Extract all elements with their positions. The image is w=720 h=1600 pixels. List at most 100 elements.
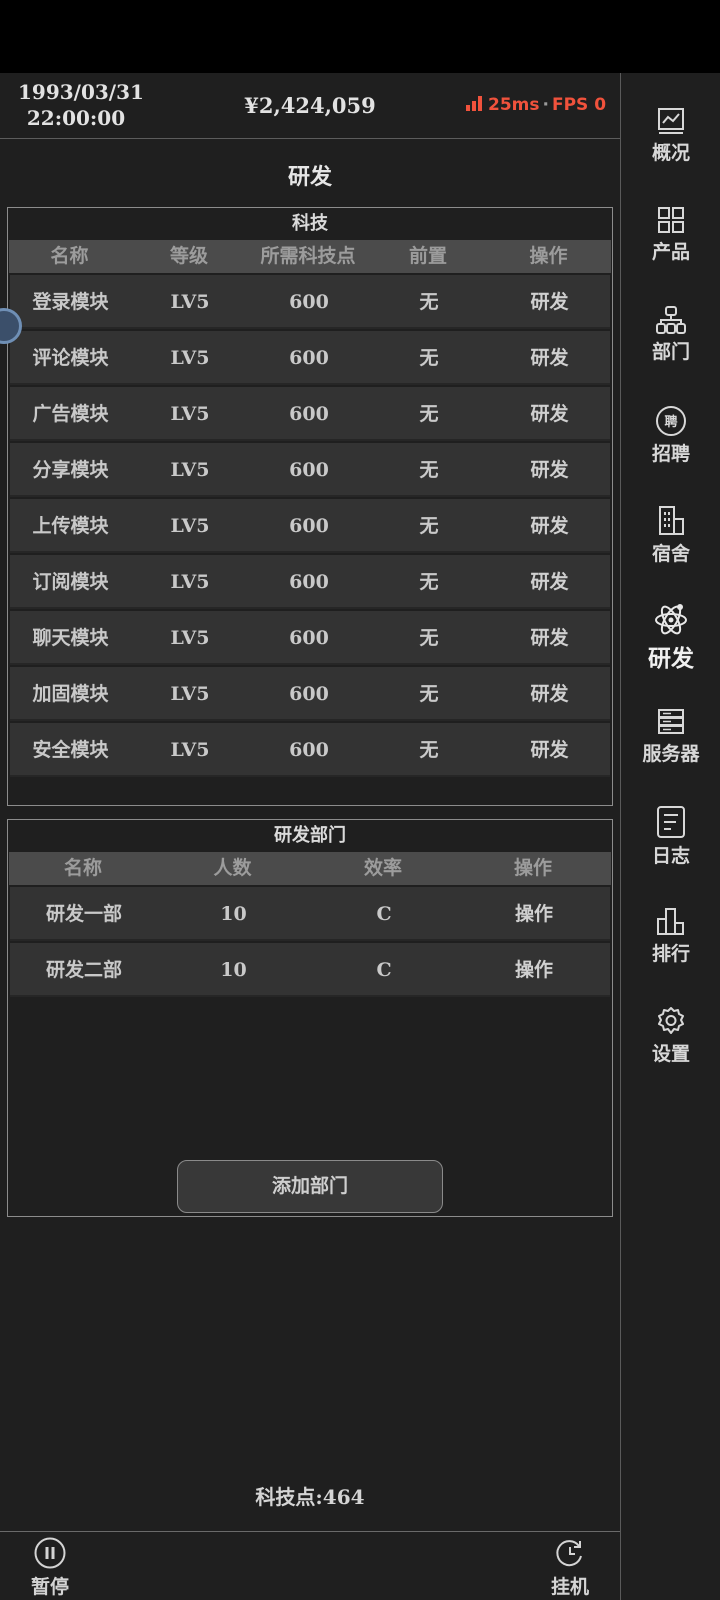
chart-icon: [658, 108, 684, 134]
sidebar-item-label: 宿舍: [651, 543, 690, 565]
table-cell: 无: [419, 291, 439, 313]
sidebar-item-departments[interactable]: 部门: [621, 305, 720, 364]
tech-panel-title: 科技: [8, 208, 612, 240]
column-header: 效率: [363, 857, 402, 879]
operate-button[interactable]: 操作: [459, 943, 609, 995]
org-icon: [656, 306, 686, 334]
sidebar-item-label: 设置: [651, 1043, 690, 1065]
table-row: 广告模块 LV5 600 无 研发: [10, 387, 610, 441]
research-button[interactable]: 研发: [489, 387, 610, 439]
research-button[interactable]: 研发: [489, 667, 610, 719]
sidebar-item-servers[interactable]: 服务器: [621, 707, 720, 766]
table-cell: 登录模块: [32, 291, 109, 313]
table-row: 登录模块 LV5 600 无 研发: [10, 275, 610, 329]
separator-dot: ·: [542, 95, 549, 115]
sidebar-item-overview[interactable]: 概况: [621, 106, 720, 165]
sidebar-item-label: 产品: [651, 241, 690, 263]
sidebar-item-label: 概况: [651, 142, 690, 164]
rank-icon: [657, 908, 684, 935]
tech-table-header: 名称 等级 所需科技点 前置 操作: [9, 240, 611, 273]
table-cell: LV5: [170, 627, 210, 649]
table-cell: 无: [419, 403, 439, 425]
table-cell: 加固模块: [32, 683, 109, 705]
operate-button[interactable]: 操作: [459, 887, 609, 939]
signal-icon: [466, 96, 483, 111]
tech-table-body[interactable]: 登录模块 LV5 600 无研发 评论模块 LV5 600 无研发 广告模块 LV5 600 无研发分…: [8, 275, 612, 777]
game-date: 1993/03/31: [18, 80, 144, 104]
log-icon: [657, 806, 685, 838]
column-header: 操作: [529, 245, 568, 267]
tech-panel: 科技 名称 等级 所需科技点 前置 操作 登录模块 LV5 600 无研发 评论模块 LV…: [7, 207, 613, 806]
sidebar-item-label: 研发: [648, 645, 694, 672]
sidebar-item-label: 部门: [651, 341, 690, 363]
sidebar-item-label: 日志: [651, 845, 690, 867]
pause-button[interactable]: 暂停: [20, 1536, 80, 1599]
ping-value: 25ms: [488, 95, 540, 115]
table-cell: 600: [289, 627, 329, 649]
table-cell: 研发一部: [45, 903, 122, 925]
svg-text:聘: 聘: [664, 414, 677, 430]
sidebar-item-settings[interactable]: 设置: [621, 1005, 720, 1066]
sidebar-item-research[interactable]: 研发: [621, 603, 720, 673]
rd-dept-panel: 研发部门 名称 人数 效率 操作 研发一部 10 C 操作 研发二部 10 C 操作: [7, 819, 613, 1217]
system-status-bar: [0, 0, 720, 73]
dept-panel-title: 研发部门: [8, 820, 612, 852]
research-button[interactable]: 研发: [489, 555, 610, 607]
table-row: 研发一部 10 C 操作: [10, 887, 610, 941]
table-cell: 600: [289, 683, 329, 705]
research-button[interactable]: 研发: [489, 611, 610, 663]
game-time: 22:00:00: [26, 106, 126, 130]
research-button[interactable]: 研发: [489, 723, 610, 775]
table-cell: 无: [419, 627, 439, 649]
sidebar-item-hiring[interactable]: 聘 招聘: [621, 405, 720, 466]
grid-icon: [658, 207, 684, 233]
table-cell: 聊天模块: [32, 627, 109, 649]
pause-icon: [34, 1537, 66, 1569]
table-cell: LV5: [170, 515, 210, 537]
atom-icon: [655, 604, 687, 635]
table-cell: 600: [289, 347, 329, 369]
table-row: 分享模块 LV5 600 无 研发: [10, 443, 610, 497]
column-header: 名称: [50, 245, 89, 267]
table-cell: 分享模块: [32, 459, 109, 481]
table-cell: 600: [289, 571, 329, 593]
table-cell: 无: [419, 459, 439, 481]
table-row: 上传模块 LV5 600 无 研发: [10, 499, 610, 553]
column-header: 人数: [213, 857, 252, 879]
gear-icon: [658, 1007, 684, 1034]
hire-icon: 聘: [656, 406, 686, 436]
table-row: 加固模块 LV5 600 无 研发: [10, 667, 610, 721]
sidebar-item-log[interactable]: 日志: [621, 805, 720, 868]
table-row: 聊天模块 LV5 600 无 研发: [10, 611, 610, 665]
research-button[interactable]: 研发: [489, 331, 610, 383]
table-cell: 订阅模块: [32, 571, 109, 593]
add-department-button[interactable]: 添加部门: [177, 1160, 443, 1213]
table-cell: LV5: [170, 459, 210, 481]
table-cell: C: [376, 959, 392, 981]
sidebar-item-products[interactable]: 产品: [621, 205, 720, 264]
sidebar-nav: 概况 产品 部门 聘 招聘 宿舍 研发 服务器 日志 排行 设置: [620, 73, 720, 1600]
tech-points-display: 科技点:464: [255, 1485, 365, 1509]
table-cell: 600: [289, 291, 329, 313]
bottom-bar: 暂停 挂机: [0, 1531, 620, 1600]
research-button[interactable]: 研发: [489, 275, 610, 327]
idle-button[interactable]: 挂机: [540, 1536, 600, 1599]
research-button[interactable]: 研发: [489, 499, 610, 551]
table-cell: 600: [289, 515, 329, 537]
sidebar-item-ranking[interactable]: 排行: [621, 905, 720, 966]
page-title: 研发: [287, 164, 332, 190]
dept-table-body: 研发一部 10 C 操作 研发二部 10 C 操作: [8, 887, 612, 997]
clock-refresh-icon: [556, 1540, 582, 1567]
table-cell: 研发二部: [45, 959, 122, 981]
top-header: 1993/03/31 22:00:00 ¥2,424,059 25ms · FPS …: [0, 73, 620, 139]
table-cell: 600: [289, 459, 329, 481]
sidebar-item-dormitory[interactable]: 宿舍: [621, 505, 720, 566]
table-cell: 安全模块: [32, 739, 109, 761]
research-button[interactable]: 研发: [489, 443, 610, 495]
table-cell: 评论模块: [32, 347, 109, 369]
table-row: 研发二部 10 C 操作: [10, 943, 610, 997]
table-cell: LV5: [170, 347, 210, 369]
idle-label: 挂机: [550, 1576, 589, 1598]
building-icon: [659, 506, 684, 535]
table-cell: 无: [419, 739, 439, 761]
